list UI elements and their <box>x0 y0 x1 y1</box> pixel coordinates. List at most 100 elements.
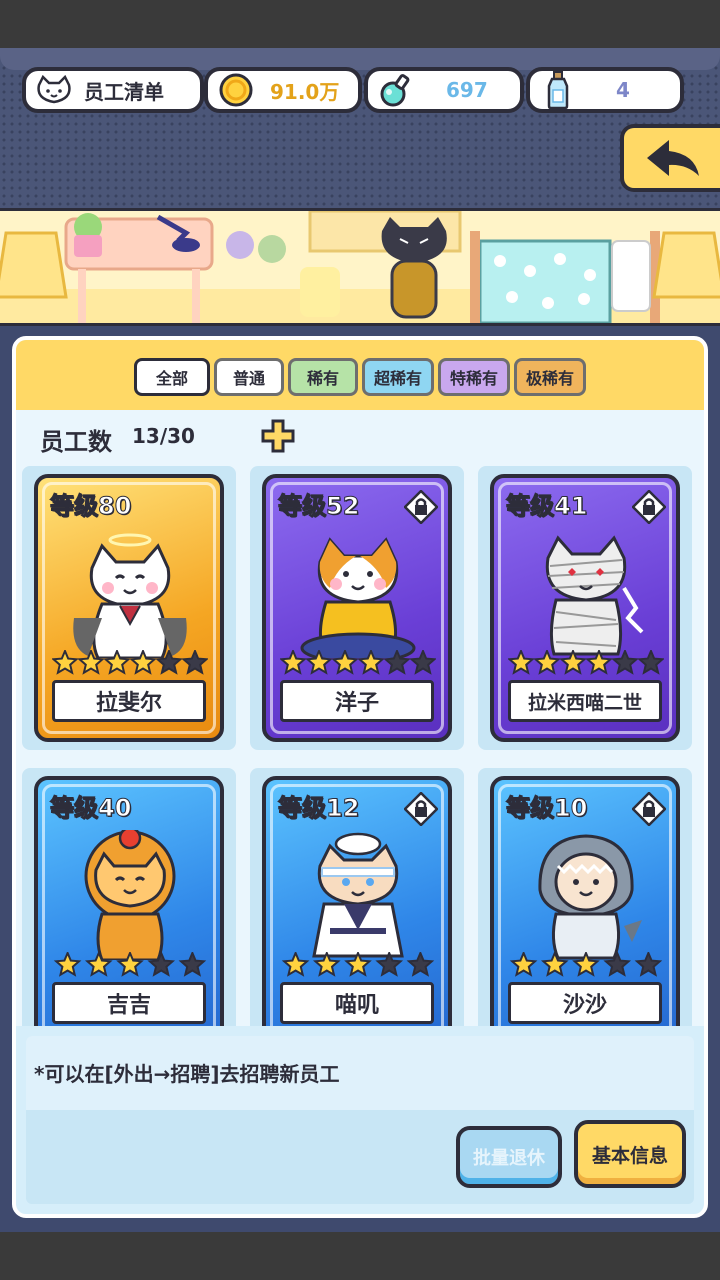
star-empty-icon <box>181 650 208 675</box>
star-filled-icon <box>572 952 600 977</box>
staff-slot[interactable]: 等级10 沙沙 <box>478 768 692 1026</box>
potion-amount: 697 <box>446 78 488 102</box>
filter-special-rare-tab[interactable]: 特稀有 <box>438 358 510 396</box>
level-label: 等级41 <box>505 492 588 521</box>
star-empty-icon <box>155 650 183 675</box>
star-filled-icon <box>77 650 105 675</box>
staff-card[interactable]: 等级10 沙沙 <box>490 776 680 1026</box>
potion-counter: 697 <box>364 67 524 113</box>
star-filled-icon <box>305 650 333 675</box>
plus-icon[interactable] <box>260 418 296 454</box>
staff-name: 拉斐尔 <box>52 680 206 722</box>
star-filled-icon <box>331 650 359 675</box>
filter-ultra-rare-tab[interactable]: 极稀有 <box>514 358 586 396</box>
page-title: 员工清单 <box>84 79 164 104</box>
star-rating <box>52 650 208 675</box>
message-bottle-icon <box>538 70 578 110</box>
star-rating <box>280 650 436 675</box>
cat-portrait <box>73 533 187 658</box>
lock-icon[interactable] <box>404 792 438 826</box>
level-label: 等级52 <box>277 492 360 521</box>
batch-retire-button[interactable]: 批量退休 <box>456 1126 562 1188</box>
star-empty-icon <box>375 952 404 977</box>
lock-icon[interactable] <box>404 490 438 524</box>
star-filled-icon <box>509 952 538 977</box>
filter-all-tab[interactable]: 全部 <box>134 358 210 396</box>
staff-slot[interactable]: 等级80 拉斐尔 <box>22 466 236 750</box>
level-label: 等级40 <box>49 794 132 823</box>
staff-card[interactable]: 等级12 喵叽 <box>262 776 452 1026</box>
star-empty-icon <box>383 650 411 675</box>
star-empty-icon <box>611 650 639 675</box>
staff-name: 沙沙 <box>508 982 662 1024</box>
filter-rare-tab[interactable]: 稀有 <box>288 358 358 396</box>
star-filled-icon <box>508 650 535 675</box>
recruit-hint: *可以在[外出→招聘]去招聘新员工 <box>34 1062 340 1086</box>
star-empty-icon <box>409 650 436 675</box>
title-pill: 员工清单 <box>22 67 204 113</box>
room-scene <box>0 208 720 326</box>
cat-portrait <box>312 832 404 958</box>
level-label: 等级10 <box>505 794 588 823</box>
star-empty-icon <box>178 952 207 977</box>
filter-common-tab[interactable]: 普通 <box>214 358 284 396</box>
back-arrow-icon <box>647 140 699 176</box>
lock-icon[interactable] <box>632 792 666 826</box>
star-filled-icon <box>357 650 385 675</box>
cat-portrait <box>538 834 642 960</box>
star-filled-icon <box>129 650 157 675</box>
lock-icon[interactable] <box>632 490 666 524</box>
staff-name: 喵叽 <box>280 982 434 1024</box>
staff-slot[interactable]: 等级12 喵叽 <box>250 768 464 1026</box>
star-empty-icon <box>406 952 435 977</box>
staff-name: 拉米西喵二世 <box>508 680 662 722</box>
star-filled-icon <box>52 650 79 675</box>
filter-bar: 全部 普通 稀有 超稀有 特稀有 极稀有 <box>16 340 704 410</box>
staff-count-label: 员工数 <box>40 428 112 456</box>
staff-card[interactable]: 等级41 拉米西喵二世 <box>490 474 680 742</box>
filter-super-rare-tab[interactable]: 超稀有 <box>362 358 434 396</box>
staff-count-row: 员工数 13/30 <box>16 410 704 466</box>
coin-counter: 91.0万 <box>204 67 362 113</box>
staff-card[interactable]: 等级52 洋子 <box>262 474 452 742</box>
staff-card[interactable]: 等级40 吉吉 <box>34 776 224 1026</box>
star-filled-icon <box>280 650 307 675</box>
star-rating <box>281 952 435 977</box>
star-filled-icon <box>540 952 569 977</box>
back-button[interactable] <box>620 124 720 192</box>
coin-amount: 91.0万 <box>270 79 340 104</box>
staff-count-value: 13/30 <box>132 424 195 448</box>
star-filled-icon <box>116 952 144 977</box>
star-filled-icon <box>585 650 613 675</box>
star-filled-icon <box>559 650 587 675</box>
star-filled-icon <box>344 952 372 977</box>
star-rating <box>508 650 664 675</box>
staff-slot[interactable]: 等级40 吉吉 <box>22 768 236 1026</box>
star-filled-icon <box>84 952 113 977</box>
staff-grid: 等级80 拉斐尔 等级52 洋子 等级41 拉米西喵二世 等级40 吉吉 等级1… <box>16 466 704 1026</box>
level-label: 等级12 <box>277 794 360 823</box>
star-empty-icon <box>147 952 176 977</box>
staff-slot[interactable]: 等级52 洋子 <box>250 466 464 750</box>
star-filled-icon <box>281 952 310 977</box>
staff-name: 吉吉 <box>52 982 206 1024</box>
staff-name: 洋子 <box>280 680 434 722</box>
tip-area: *可以在[外出→招聘]去招聘新员工 批量退休 基本信息 <box>26 1036 694 1204</box>
star-empty-icon <box>637 650 664 675</box>
staff-card[interactable]: 等级80 拉斐尔 <box>34 474 224 742</box>
gold-coin-icon <box>216 70 256 110</box>
system-status-bar <box>0 0 720 48</box>
star-empty-icon <box>603 952 632 977</box>
star-filled-icon <box>103 650 131 675</box>
basic-info-button[interactable]: 基本信息 <box>574 1120 686 1188</box>
star-filled-icon <box>533 650 561 675</box>
cat-portrait <box>300 537 416 658</box>
cat-portrait <box>84 830 176 960</box>
cat-face-icon <box>34 70 74 110</box>
star-rating <box>509 952 663 977</box>
navigation-bar <box>0 1232 720 1280</box>
staff-panel: 全部 普通 稀有 超稀有 特稀有 极稀有 员工数 13/30 等级80 拉斐尔 … <box>12 336 708 1218</box>
level-label: 等级80 <box>49 492 132 521</box>
staff-slot[interactable]: 等级41 拉米西喵二世 <box>478 466 692 750</box>
star-empty-icon <box>634 952 663 977</box>
